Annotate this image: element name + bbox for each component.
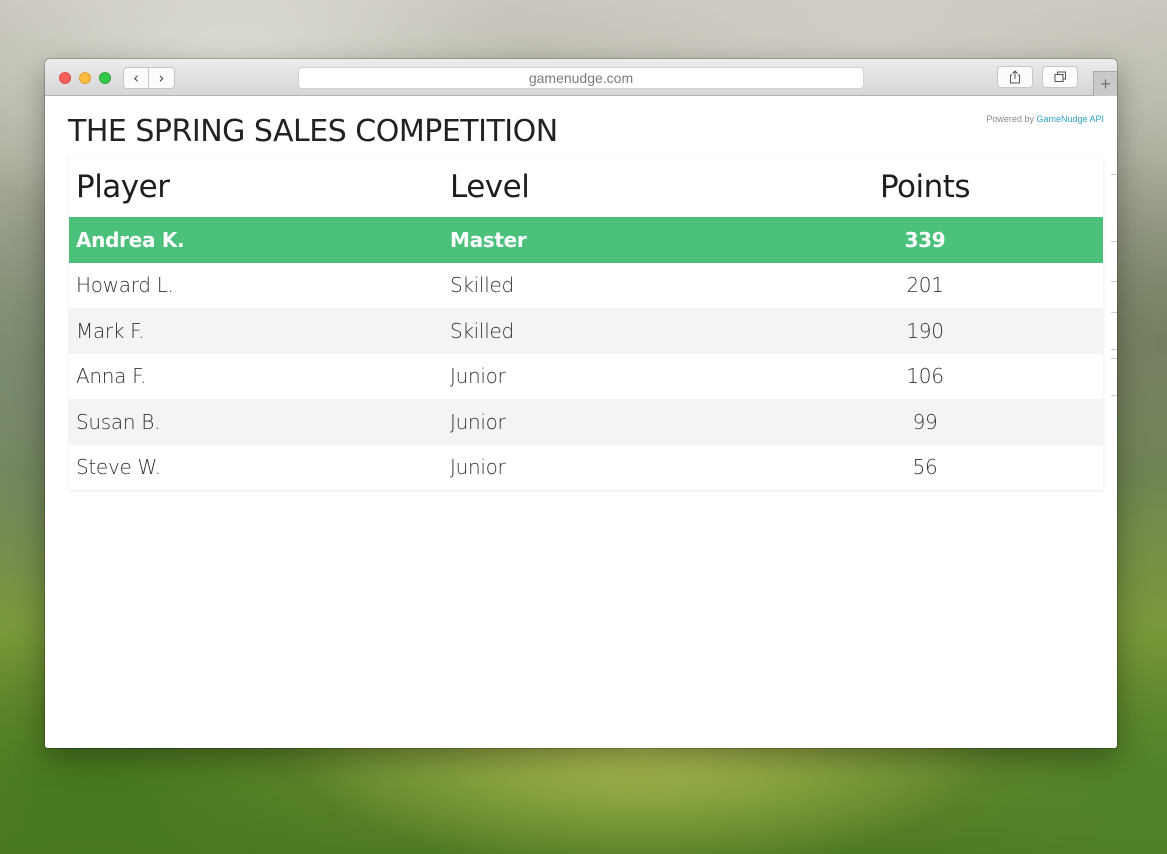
player-level: Junior	[450, 364, 506, 389]
scroll-edge-mark	[1111, 281, 1117, 282]
gamenudge-api-link[interactable]: GameNudge API	[1036, 114, 1104, 124]
player-name: Andrea K.	[76, 227, 185, 252]
column-header-level: Level	[450, 168, 530, 205]
chevron-left-icon: ‹	[133, 68, 139, 87]
new-tab-button[interactable]: +	[1093, 71, 1117, 96]
leaderboard-header-row: Player Level Points	[69, 156, 1103, 217]
player-points: 99	[912, 409, 938, 434]
player-points: 190	[906, 318, 944, 343]
column-header-player: Player	[76, 168, 170, 205]
scroll-edge-mark	[1111, 241, 1117, 242]
leaderboard-row: Anna F. Junior 106	[69, 354, 1103, 400]
player-name: Howard L.	[76, 273, 174, 298]
tabs-overview-icon	[1054, 71, 1066, 82]
minimize-window-button[interactable]	[79, 72, 91, 84]
player-level: Skilled	[450, 273, 514, 298]
leaderboard-row: Howard L. Skilled 201	[69, 263, 1103, 309]
share-button[interactable]	[997, 66, 1033, 88]
scroll-edge-mark	[1111, 349, 1117, 350]
player-name: Mark F.	[76, 318, 145, 343]
zoom-window-button[interactable]	[99, 72, 111, 84]
powered-by-credit: Powered by GameNudge API	[986, 114, 1104, 124]
forward-button[interactable]: ›	[149, 67, 175, 89]
player-level: Master	[450, 227, 527, 252]
scroll-edge-mark	[1111, 395, 1117, 396]
column-header-points: Points	[879, 168, 971, 205]
player-level: Junior	[450, 409, 506, 434]
player-level: Junior	[450, 455, 506, 480]
leaderboard-row-leader: Andrea K. Master 339	[69, 217, 1103, 263]
leaderboard-row: Susan B. Junior 99	[69, 399, 1103, 445]
plus-icon: +	[1100, 73, 1111, 94]
close-window-button[interactable]	[59, 72, 71, 84]
player-level: Skilled	[450, 318, 514, 343]
scroll-edge-mark	[1111, 312, 1117, 313]
player-name: Steve W.	[76, 455, 161, 480]
leaderboard-table: Player Level Points Andrea K. Master 339…	[69, 156, 1103, 490]
player-points: 339	[904, 227, 946, 252]
back-button[interactable]: ‹	[123, 67, 149, 89]
share-icon	[1010, 70, 1020, 84]
player-name: Susan B.	[76, 409, 161, 434]
player-points: 106	[906, 364, 944, 389]
page-content: THE SPRING SALES COMPETITION Powered by …	[45, 96, 1117, 748]
scroll-edge-mark	[1111, 174, 1117, 175]
leaderboard-row: Steve W. Junior 56	[69, 445, 1103, 491]
page-title: THE SPRING SALES COMPETITION	[68, 114, 558, 149]
browser-toolbar: ‹ › gamenudge.com +	[45, 59, 1117, 96]
tab-overview-button[interactable]	[1042, 66, 1078, 88]
address-bar[interactable]: gamenudge.com	[298, 67, 864, 89]
browser-window: ‹ › gamenudge.com + THE SPRING SALES COM…	[45, 59, 1117, 748]
powered-by-label: Powered by	[986, 114, 1037, 124]
player-points: 201	[906, 273, 944, 298]
chevron-right-icon: ›	[158, 68, 165, 87]
leaderboard-row: Mark F. Skilled 190	[69, 308, 1103, 354]
scroll-edge-mark	[1111, 358, 1117, 359]
player-name: Anna F.	[76, 364, 147, 389]
player-points: 56	[912, 455, 938, 480]
